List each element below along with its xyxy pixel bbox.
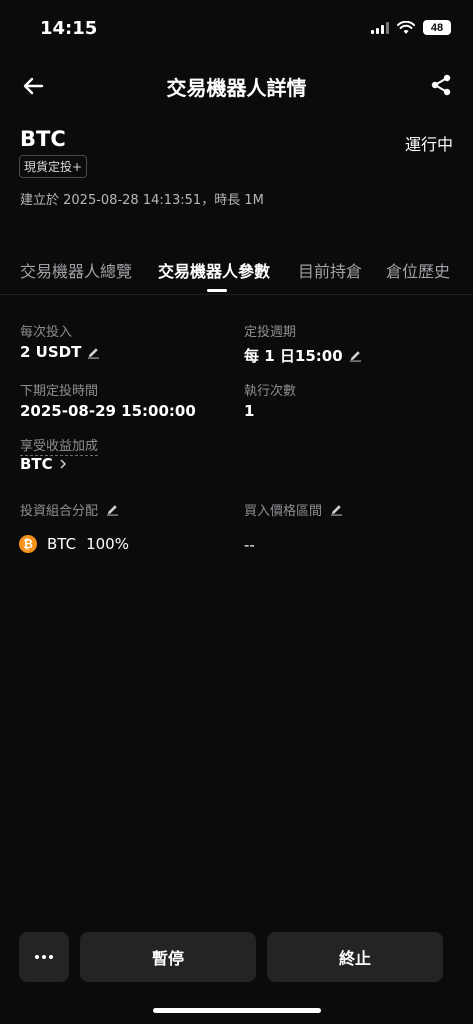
cycle-value[interactable]: 每 1 日15:00 <box>244 345 362 366</box>
earn-boost-coin: BTC <box>20 455 53 473</box>
edit-icon[interactable] <box>349 349 362 362</box>
portfolio-allocation: ₿ BTC 100% <box>19 535 129 553</box>
price-range-label[interactable]: 買入價格區間 <box>244 500 343 519</box>
bot-coin-title: BTC <box>20 127 66 151</box>
tab-bar: 交易機器人總覽 交易機器人參數 目前持倉 倉位歷史 <box>0 258 473 294</box>
wifi-icon <box>397 20 415 34</box>
signal-icon <box>371 21 389 34</box>
stop-button[interactable]: 終止 <box>267 932 443 982</box>
edit-icon[interactable] <box>330 503 343 516</box>
tab-positions[interactable]: 目前持倉 <box>298 258 362 282</box>
tab-overview[interactable]: 交易機器人總覽 <box>20 258 132 282</box>
page-title: 交易機器人詳情 <box>166 76 307 100</box>
tab-position-history[interactable]: 倉位歷史 <box>386 258 450 282</box>
strategy-tag-badge: 現貨定投+ <box>19 155 88 178</box>
btc-icon: ₿ <box>19 535 37 553</box>
run-status: 運行中 <box>404 135 453 154</box>
exec-count-label: 執行次數 <box>244 384 297 399</box>
tab-divider <box>0 294 473 295</box>
created-info: 建立於 2025-08-28 14:13:51，時長 1M <box>20 193 264 208</box>
more-button[interactable] <box>19 932 69 982</box>
cycle-text: 每 1 日15:00 <box>244 347 343 365</box>
earn-boost-label[interactable]: 享受收益加成 <box>20 435 99 456</box>
price-range-label-text: 買入價格區間 <box>244 504 323 519</box>
status-time: 14:15 <box>40 18 98 39</box>
edit-icon[interactable] <box>87 346 100 359</box>
pause-button[interactable]: 暫停 <box>80 932 256 982</box>
exec-count-value: 1 <box>244 402 255 420</box>
portfolio-percent: 100% <box>86 535 129 553</box>
next-time-value: 2025-08-29 15:00:00 <box>20 402 196 420</box>
active-tab-indicator <box>207 289 227 292</box>
next-time-label: 下期定投時間 <box>20 384 99 399</box>
home-indicator <box>153 1008 321 1013</box>
earn-boost-value[interactable]: BTC <box>20 455 67 473</box>
per-invest-label: 每次投入 <box>20 325 73 340</box>
per-invest-amount: 2 USDT <box>20 343 82 361</box>
share-button[interactable] <box>429 73 453 97</box>
status-icons: 48 <box>371 20 451 35</box>
cycle-label: 定投週期 <box>244 325 297 340</box>
portfolio-coin: BTC <box>47 535 77 553</box>
price-range-value: -- <box>244 536 255 554</box>
more-icon <box>35 955 53 959</box>
battery-indicator: 48 <box>423 20 451 35</box>
per-invest-value[interactable]: 2 USDT <box>20 343 100 361</box>
portfolio-label[interactable]: 投資組合分配 <box>20 500 119 519</box>
share-icon <box>431 74 451 96</box>
tab-parameters[interactable]: 交易機器人參數 <box>158 258 270 282</box>
chevron-right-icon <box>60 459 66 469</box>
edit-icon[interactable] <box>106 503 119 516</box>
portfolio-label-text: 投資組合分配 <box>20 504 99 519</box>
